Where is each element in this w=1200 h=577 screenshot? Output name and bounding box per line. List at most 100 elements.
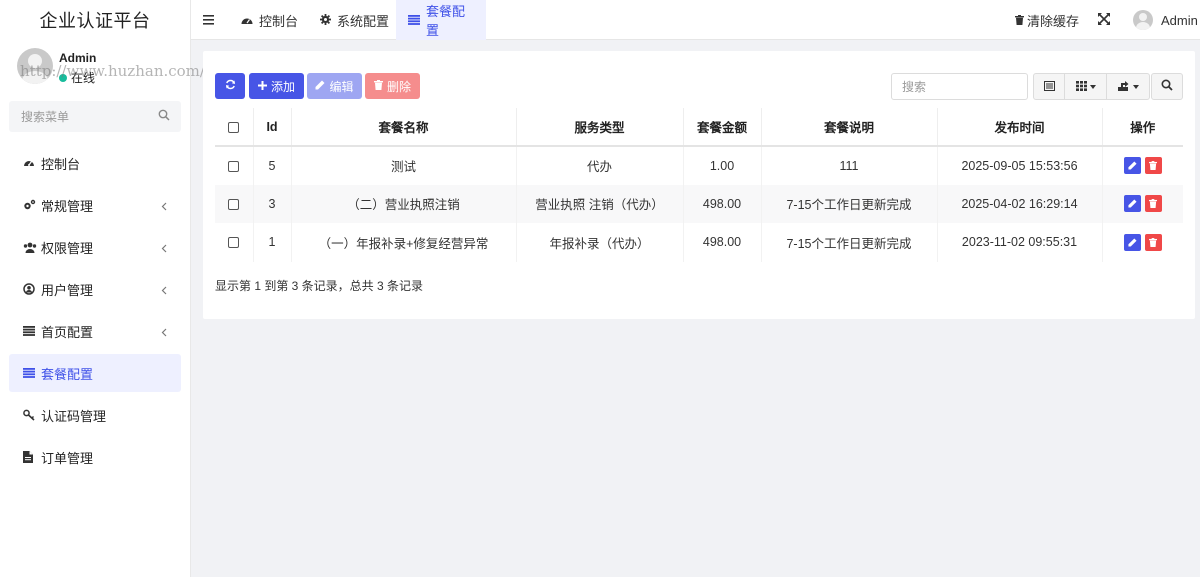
user-circle-icon (23, 283, 41, 295)
column-header-type[interactable]: 服务类型 (516, 108, 684, 147)
row-checkbox[interactable] (228, 237, 240, 249)
refresh-icon (225, 79, 236, 93)
column-header-id[interactable]: Id (253, 108, 292, 147)
grid-icon (1075, 79, 1087, 94)
sidebar-item-general[interactable]: 常规管理 (9, 186, 181, 224)
sidebar-item-package-config[interactable]: 套餐配置 (9, 354, 181, 392)
sidebar-item-label: 套餐配置 (41, 366, 94, 382)
table-row[interactable]: 5 测试 代办 1.00 111 2025-09-05 15:53:56 (215, 146, 1183, 185)
sidebar-item-auth-codes[interactable]: 认证码管理 (9, 396, 181, 434)
table-header-row: Id 套餐名称 服务类型 套餐金额 套餐说明 发布时间 操作 (215, 108, 1183, 147)
cell-desc: 7-15个工作日更新完成 (761, 223, 938, 262)
cell-amount: 498.00 (683, 184, 762, 223)
select-all-cell (215, 108, 254, 147)
fullscreen-button[interactable] (1086, 0, 1122, 40)
sidebar-item-orders[interactable]: 订单管理 (9, 438, 181, 476)
column-header-time[interactable]: 发布时间 (937, 108, 1103, 147)
search-icon (1161, 79, 1173, 94)
brand-title: 企业认证平台 (39, 11, 151, 31)
trash-icon (1149, 237, 1158, 247)
trash-icon (1015, 13, 1024, 28)
cell-id: 5 (253, 146, 292, 185)
row-edit-button[interactable] (1123, 157, 1141, 175)
row-checkbox[interactable] (228, 160, 240, 172)
chevron-left-icon (161, 283, 167, 298)
column-header-desc[interactable]: 套餐说明 (761, 108, 938, 147)
list-view-icon (1043, 79, 1055, 94)
table-row[interactable]: 3 （二）营业执照注销 营业执照 注销（代办） 498.00 7-15个工作日更… (215, 184, 1183, 223)
advanced-search-button[interactable] (1151, 73, 1183, 100)
pagination-summary: 显示第 1 到第 3 条记录，总共 3 条记录 (215, 279, 424, 293)
edit-button-label: 编辑 (329, 79, 354, 94)
sidebar-item-label: 常规管理 (41, 198, 94, 214)
sidebar-item-users[interactable]: 用户管理 (9, 270, 181, 308)
edit-button[interactable]: 编辑 (307, 73, 362, 99)
cell-time: 2023-11-02 09:55:31 (937, 223, 1103, 262)
cell-amount: 498.00 (683, 223, 762, 262)
pencil-icon (315, 79, 325, 93)
trash-icon (1149, 161, 1158, 171)
delete-button[interactable]: 删除 (365, 73, 420, 99)
tab-system-config[interactable]: 系统配置 (308, 0, 401, 40)
clear-cache-button[interactable]: 清除缓存 (1003, 0, 1091, 40)
chevron-left-icon (161, 241, 167, 256)
cog-icon (320, 13, 331, 28)
cell-name: （二）营业执照注销 (291, 184, 517, 223)
tab-package-config[interactable]: 套餐配置 (396, 0, 486, 40)
list-icon (408, 13, 420, 28)
user-panel: Admin 在线 http://www.huzhan.com/ishop1899… (0, 40, 293, 95)
row-edit-button[interactable] (1123, 195, 1141, 213)
pencil-icon (1128, 161, 1137, 170)
export-button[interactable] (1106, 73, 1150, 100)
tab-label: 控制台 (259, 13, 299, 29)
cell-time: 2025-09-05 15:53:56 (937, 146, 1103, 185)
search-icon[interactable] (158, 109, 170, 124)
chevron-down-icon (1089, 84, 1096, 89)
toggle-view-button[interactable] (1033, 73, 1065, 100)
delete-button-label: 删除 (386, 79, 411, 94)
menu-search-input[interactable] (9, 101, 181, 132)
sidebar-item-label: 认证码管理 (41, 408, 107, 424)
row-edit-button[interactable] (1123, 233, 1141, 251)
row-delete-button[interactable] (1144, 157, 1162, 175)
refresh-button[interactable] (215, 73, 245, 99)
online-status-icon (59, 73, 67, 82)
trash-icon (373, 79, 383, 93)
hamburger-icon (203, 13, 215, 28)
user-status: 在线 (59, 69, 95, 86)
cell-actions (1102, 184, 1183, 223)
user-menu[interactable]: Admin (1121, 0, 1200, 40)
plus-icon (257, 79, 267, 93)
sidebar: 企业认证平台 Admin 在线 http://www.huzhan.com/is… (0, 0, 293, 577)
list-icon (23, 326, 41, 336)
sidebar-item-label: 权限管理 (41, 240, 94, 256)
row-checkbox[interactable] (228, 198, 240, 210)
admin-name: Admin (1161, 12, 1198, 28)
row-delete-button[interactable] (1144, 233, 1162, 251)
sidebar-item-label: 首页配置 (41, 324, 94, 340)
tab-label: 系统配置 (337, 13, 390, 29)
table-row[interactable]: 1 （一）年报补录+修复经营异常 年报补录（代办） 498.00 7-15个工作… (215, 223, 1183, 262)
column-header-amount[interactable]: 套餐金额 (683, 108, 762, 147)
sidebar-item-label: 用户管理 (41, 282, 94, 298)
sidebar-item-permissions[interactable]: 权限管理 (9, 228, 181, 266)
cell-desc: 7-15个工作日更新完成 (761, 184, 938, 223)
tab-dashboard[interactable]: 控制台 (229, 0, 310, 40)
cell-id: 3 (253, 184, 292, 223)
column-header-actions: 操作 (1102, 108, 1183, 147)
table-search-input[interactable] (892, 74, 1027, 99)
sidebar-item-home-config[interactable]: 首页配置 (9, 312, 181, 350)
cell-time: 2025-04-02 16:29:14 (937, 184, 1103, 223)
columns-button[interactable] (1064, 73, 1107, 100)
sidebar-toggle-button[interactable] (191, 0, 227, 40)
cell-desc: 111 (761, 146, 938, 185)
cogs-icon (23, 199, 41, 211)
file-icon (23, 451, 41, 463)
row-delete-button[interactable] (1144, 195, 1162, 213)
tab-label: 套餐配置 (426, 4, 466, 38)
column-header-name[interactable]: 套餐名称 (291, 108, 517, 147)
add-button[interactable]: 添加 (249, 73, 304, 99)
select-all-checkbox[interactable] (228, 121, 240, 133)
sidebar-item-dashboard[interactable]: 控制台 (9, 144, 181, 182)
cell-actions (1102, 223, 1183, 262)
